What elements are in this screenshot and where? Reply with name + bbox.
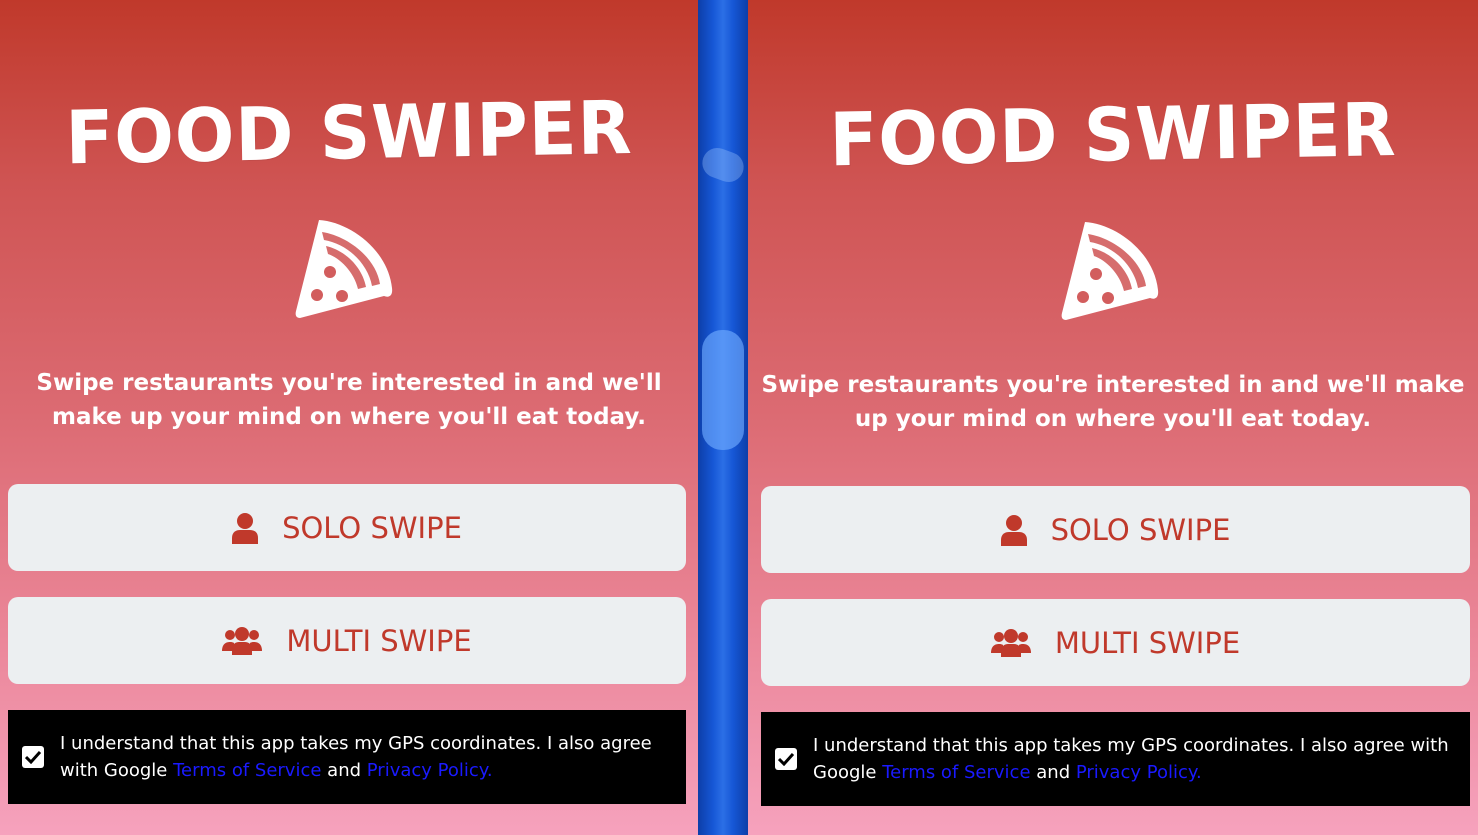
left-app-screen: FOOD SWIPER Swipe restaurants you're int…	[0, 0, 698, 835]
solo-swipe-button[interactable]: SOLO SWIPE	[761, 486, 1470, 573]
user-icon	[1000, 514, 1027, 546]
consent-checkbox[interactable]	[775, 748, 797, 770]
users-icon	[990, 628, 1031, 657]
solo-swipe-label: SOLO SWIPE	[282, 510, 462, 545]
right-app-screen: FOOD SWIPER Swipe restaurants you're int…	[748, 0, 1478, 835]
consent-text-and: and	[1030, 762, 1076, 783]
multi-swipe-button[interactable]: MULTI SWIPE	[761, 599, 1470, 686]
privacy-policy-link[interactable]: Privacy Policy.	[367, 760, 493, 781]
user-icon	[232, 512, 259, 544]
consent-text: I understand that this app takes my GPS …	[813, 732, 1470, 786]
screen: FOOD SWIPER Swipe restaurants you're int…	[0, 0, 1478, 835]
users-icon	[222, 626, 263, 655]
solo-swipe-label: SOLO SWIPE	[1050, 512, 1231, 547]
multi-swipe-button[interactable]: MULTI SWIPE	[8, 597, 686, 684]
solo-swipe-button[interactable]: SOLO SWIPE	[8, 484, 686, 571]
app-title: FOOD SWIPER	[64, 84, 634, 182]
pizza-slice-icon	[1061, 222, 1159, 320]
gps-consent-banner: I understand that this app takes my GPS …	[761, 712, 1470, 806]
privacy-policy-link[interactable]: Privacy Policy.	[1076, 762, 1202, 783]
multi-swipe-label: MULTI SWIPE	[1054, 625, 1241, 660]
check-icon	[778, 752, 794, 766]
consent-text-and: and	[321, 760, 367, 781]
window-divider	[698, 0, 748, 835]
consent-checkbox[interactable]	[22, 746, 44, 768]
gps-consent-banner: I understand that this app takes my GPS …	[8, 710, 686, 804]
app-tagline: Swipe restaurants you're interested in a…	[36, 370, 662, 430]
check-icon	[25, 750, 41, 764]
app-tagline: Swipe restaurants you're interested in a…	[761, 372, 1465, 432]
terms-of-service-link[interactable]: Terms of Service	[882, 762, 1030, 783]
multi-swipe-label: MULTI SWIPE	[286, 623, 472, 658]
terms-of-service-link[interactable]: Terms of Service	[173, 760, 321, 781]
pizza-slice-icon	[295, 220, 393, 318]
consent-text: I understand that this app takes my GPS …	[60, 730, 686, 784]
app-title: FOOD SWIPER	[828, 86, 1398, 184]
